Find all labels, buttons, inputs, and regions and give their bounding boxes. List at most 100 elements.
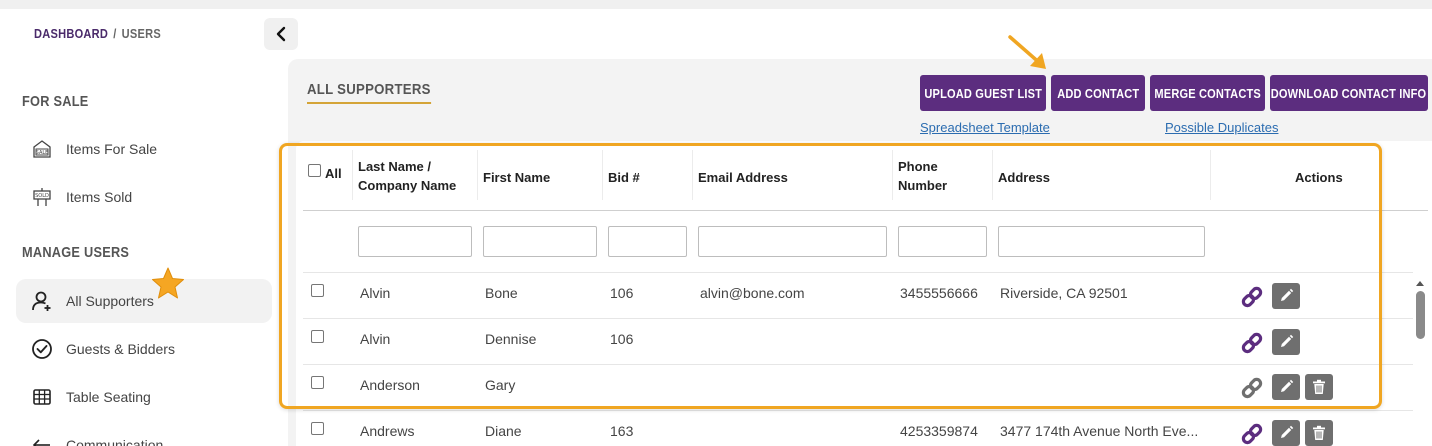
star-icon xyxy=(152,267,184,299)
back-arrow-icon xyxy=(30,433,54,446)
top-bar xyxy=(0,0,1432,9)
column-separator xyxy=(992,150,993,200)
row-divider xyxy=(303,318,1413,319)
link-action-button[interactable] xyxy=(1239,330,1265,356)
cell-phone: 4253359874 xyxy=(900,423,978,439)
column-separator xyxy=(692,150,693,200)
cell-first-name: Diane xyxy=(485,423,522,439)
link-icon xyxy=(1241,423,1263,445)
header-last-name-line2: Company Name xyxy=(358,178,457,193)
sidebar-item-table-seating[interactable]: Table Seating xyxy=(16,375,272,419)
manage-users-title: MANAGE USERS xyxy=(22,244,130,261)
header-phone-line1: Phone xyxy=(898,159,938,174)
scroll-up-arrow[interactable] xyxy=(1414,278,1426,288)
edit-button[interactable] xyxy=(1272,329,1300,355)
filter-address-input[interactable] xyxy=(998,226,1205,257)
cell-last-name: Alvin xyxy=(360,331,391,347)
trash-icon xyxy=(1313,425,1325,440)
header-phone-line2: Number xyxy=(898,178,948,193)
link-icon xyxy=(1241,332,1263,354)
column-separator xyxy=(892,150,893,200)
filter-email-input[interactable] xyxy=(698,226,887,257)
cell-address: 3477 174th Avenue North Eve... xyxy=(1000,423,1199,439)
header-email[interactable]: Email Address xyxy=(698,168,788,187)
cell-last-name: Anderson xyxy=(360,377,420,393)
header-last-name[interactable]: Last Name / Company Name xyxy=(358,157,456,195)
cell-first-name: Bone xyxy=(485,285,518,301)
pencil-icon xyxy=(1281,425,1294,438)
cell-address: Riverside, CA 92501 xyxy=(1000,285,1128,301)
cell-last-name: Andrews xyxy=(360,423,415,439)
filter-last-name-input[interactable] xyxy=(358,226,472,257)
row-divider xyxy=(303,410,1413,411)
scrollbar-thumb[interactable] xyxy=(1416,291,1425,339)
sidebar-item-guests-bidders[interactable]: Guests & Bidders xyxy=(16,327,272,371)
column-separator xyxy=(477,150,478,200)
pencil-icon xyxy=(1281,288,1294,301)
svg-text:SOLD: SOLD xyxy=(35,193,49,199)
breadcrumb-current: USERS xyxy=(121,26,162,41)
breadcrumb: DASHBOARD / USERS xyxy=(34,26,161,41)
possible-duplicates-link[interactable]: Possible Duplicates xyxy=(1165,120,1278,135)
chevron-left-icon xyxy=(276,26,286,42)
collapse-sidebar-button[interactable] xyxy=(264,18,298,50)
filter-phone-input[interactable] xyxy=(898,226,987,257)
sidebar-item-items-sold[interactable]: SOLD Items Sold xyxy=(16,175,272,219)
row-checkbox[interactable] xyxy=(311,284,324,297)
cell-last-name: Alvin xyxy=(360,285,391,301)
sold-sign-icon: SOLD xyxy=(30,185,54,209)
link-action-button[interactable] xyxy=(1239,375,1265,401)
link-icon xyxy=(1241,286,1263,308)
pencil-icon xyxy=(1281,334,1294,347)
header-actions: Actions xyxy=(1295,170,1343,185)
select-all-checkbox[interactable] xyxy=(308,164,321,177)
cell-bid: 163 xyxy=(610,423,634,439)
cell-first-name: Gary xyxy=(485,377,516,393)
edit-button[interactable] xyxy=(1272,374,1300,400)
link-action-button[interactable] xyxy=(1239,421,1265,446)
sidebar-item-label: Communication xyxy=(66,437,164,446)
for-sale-title: FOR SALE xyxy=(22,93,89,110)
column-separator xyxy=(1210,150,1211,200)
header-phone[interactable]: Phone Number xyxy=(898,157,947,195)
svg-text:SALE: SALE xyxy=(36,150,49,156)
merge-contacts-button[interactable]: MERGE CONTACTS xyxy=(1150,75,1265,111)
row-checkbox[interactable] xyxy=(311,330,324,343)
spreadsheet-template-link[interactable]: Spreadsheet Template xyxy=(920,120,1050,135)
link-action-button[interactable] xyxy=(1239,284,1265,310)
filter-bid-input[interactable] xyxy=(608,226,687,257)
sidebar-item-communication[interactable]: Communication xyxy=(16,423,272,446)
header-bid[interactable]: Bid # xyxy=(608,168,640,187)
upload-guest-list-button[interactable]: UPLOAD GUEST LIST xyxy=(920,75,1046,111)
download-contact-info-button[interactable]: DOWNLOAD CONTACT INFO xyxy=(1270,75,1428,111)
user-plus-icon xyxy=(30,289,54,313)
header-all: All xyxy=(325,166,342,181)
page-title: ALL SUPPORTERS xyxy=(307,81,431,104)
column-separator xyxy=(352,150,353,200)
breadcrumb-dashboard[interactable]: DASHBOARD xyxy=(34,26,108,41)
add-contact-label: ADD CONTACT xyxy=(1056,85,1140,101)
header-divider xyxy=(303,210,1428,211)
filter-first-name-input[interactable] xyxy=(483,226,597,257)
cell-email: alvin@bone.com xyxy=(700,285,805,301)
cell-bid: 106 xyxy=(610,331,634,347)
sidebar-item-items-for-sale[interactable]: SALE Items For Sale xyxy=(16,127,272,171)
trash-icon xyxy=(1313,379,1325,394)
pencil-icon xyxy=(1281,379,1294,392)
header-first-name[interactable]: First Name xyxy=(483,168,550,187)
arrow-icon xyxy=(1008,35,1046,69)
header-last-name-line1: Last Name / xyxy=(358,159,431,174)
edit-button[interactable] xyxy=(1272,420,1300,446)
merge-contacts-label: MERGE CONTACTS xyxy=(1154,85,1261,101)
add-contact-button[interactable]: ADD CONTACT xyxy=(1051,75,1145,111)
delete-button[interactable] xyxy=(1305,374,1333,400)
check-circle-icon xyxy=(30,337,54,361)
header-address[interactable]: Address xyxy=(998,168,1050,187)
row-checkbox[interactable] xyxy=(311,422,324,435)
row-checkbox[interactable] xyxy=(311,376,324,389)
table-grid-icon xyxy=(30,385,54,409)
delete-button[interactable] xyxy=(1305,420,1333,446)
sale-tag-icon: SALE xyxy=(30,137,54,161)
edit-button[interactable] xyxy=(1272,283,1300,309)
sidebar-item-all-supporters[interactable]: All Supporters xyxy=(16,279,272,323)
